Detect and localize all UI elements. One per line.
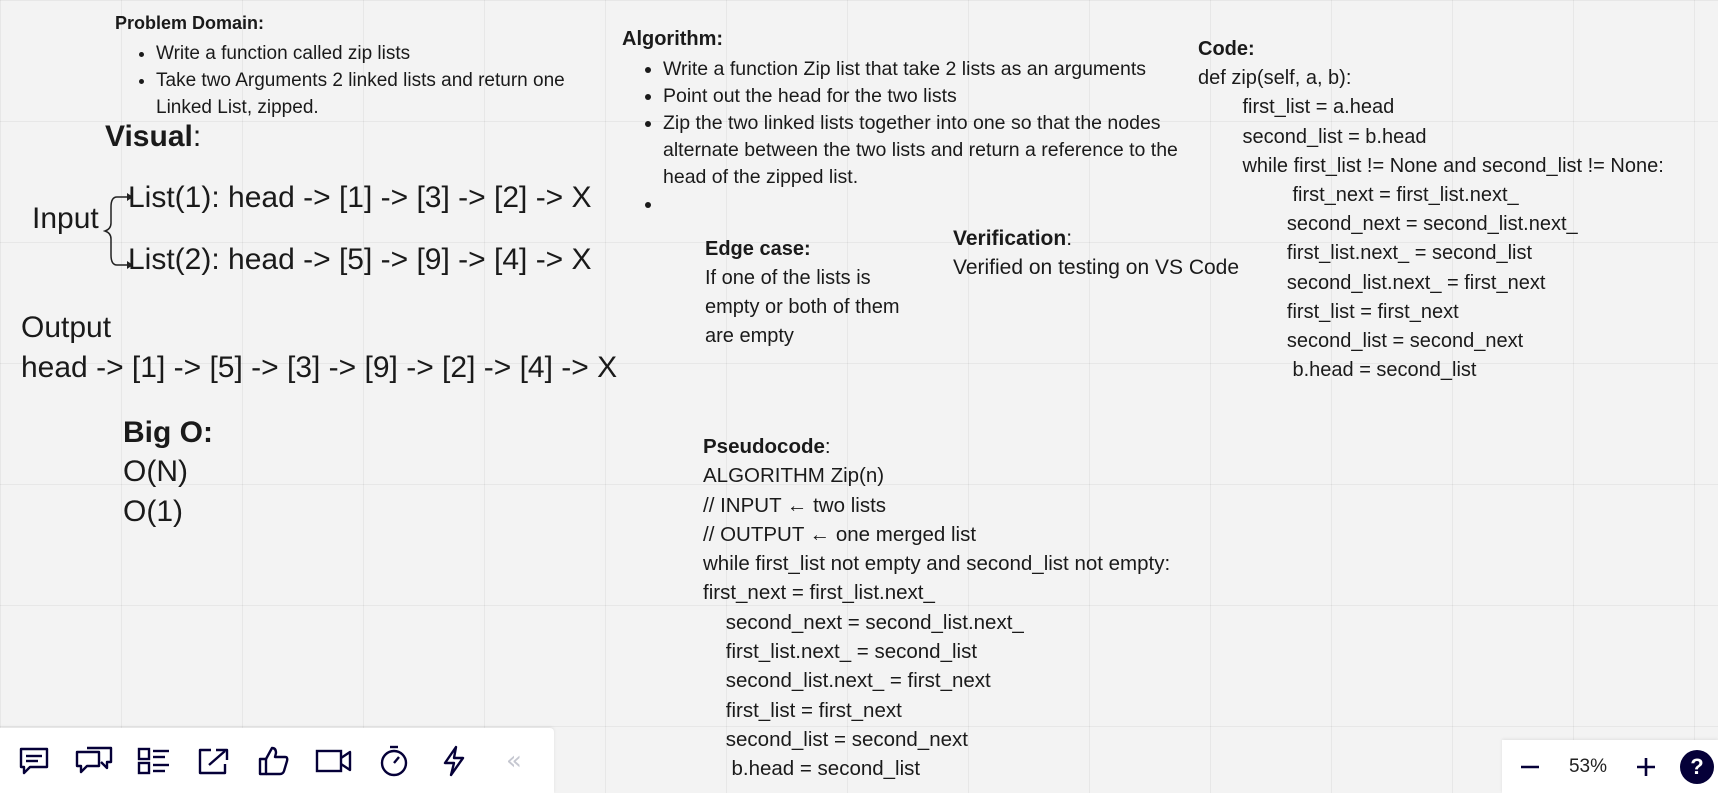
- list-item: Take two Arguments 2 linked lists and re…: [156, 67, 595, 121]
- zoom-in-button[interactable]: [1618, 740, 1674, 793]
- plus-icon: [1637, 757, 1655, 776]
- edge-case-text: If one of the lists is empty or both of …: [705, 267, 900, 347]
- comment-icon[interactable]: [12, 739, 56, 783]
- verification-colon: :: [1066, 227, 1073, 250]
- timer-icon[interactable]: [372, 739, 416, 783]
- list-item: Write a function Zip list that take 2 li…: [663, 56, 1182, 83]
- list-one-text[interactable]: List(1): head -> [1] -> [3] -> [2] -> X: [128, 181, 592, 215]
- big-o-space: O(1): [123, 495, 183, 528]
- edge-case-note[interactable]: Edge case: If one of the lists is empty …: [705, 235, 905, 351]
- code-body: def zip(self, a, b): first_list = a.head…: [1198, 67, 1664, 382]
- collapse-toolbar-icon[interactable]: «: [492, 739, 536, 783]
- zoom-controls: 53% ?: [1502, 740, 1718, 793]
- algorithm-heading: Algorithm:: [622, 28, 724, 50]
- list-item: Point out the head for the two lists: [663, 83, 1182, 110]
- bottom-toolbar: «: [0, 728, 554, 793]
- pseudocode-colon: :: [824, 435, 831, 458]
- minus-icon: [1521, 765, 1539, 768]
- pseudocode-note[interactable]: Pseudocode: ALGORITHM Zip(n) // INPUT ← t…: [703, 432, 1223, 784]
- pseudocode-body: ALGORITHM Zip(n) // INPUT ← two lists //…: [703, 464, 1171, 781]
- list-item: Zip the two linked lists together into o…: [663, 110, 1182, 191]
- algorithm-note[interactable]: Algorithm: Write a function Zip list tha…: [622, 25, 1182, 218]
- card-list-icon[interactable]: [132, 739, 176, 783]
- visual-heading[interactable]: Visual:: [105, 120, 201, 154]
- list-item: Write a function called zip lists: [156, 40, 595, 67]
- input-label[interactable]: Input: [32, 202, 99, 236]
- visual-heading-text: Visual: [105, 120, 193, 153]
- list-two-text[interactable]: List(2): head -> [5] -> [9] -> [4] -> X: [128, 243, 592, 277]
- output-label[interactable]: Output: [21, 311, 111, 345]
- help-button[interactable]: ?: [1680, 749, 1714, 784]
- big-o-note[interactable]: Big O: O(N) O(1): [123, 414, 213, 532]
- edge-case-heading: Edge case:: [705, 238, 811, 260]
- thumbs-up-icon[interactable]: [252, 739, 296, 783]
- zoom-level[interactable]: 53%: [1558, 756, 1618, 778]
- problem-domain-note[interactable]: Problem Domain: Write a function called …: [115, 10, 595, 121]
- video-icon[interactable]: [312, 739, 356, 783]
- big-o-time: O(N): [123, 455, 188, 488]
- code-note[interactable]: Code: def zip(self, a, b): first_list = a…: [1198, 35, 1718, 385]
- pseudocode-heading: Pseudocode: [703, 435, 825, 458]
- share-screen-icon[interactable]: [192, 739, 236, 783]
- problem-domain-list: Write a function called zip lists Take t…: [115, 40, 595, 121]
- lightning-icon[interactable]: [432, 739, 476, 783]
- visual-heading-colon: :: [192, 120, 202, 153]
- verification-heading: Verification: [953, 227, 1067, 250]
- algorithm-list: Write a function Zip list that take 2 li…: [622, 56, 1182, 218]
- problem-domain-heading: Problem Domain:: [115, 13, 265, 33]
- chat-icon[interactable]: [72, 739, 116, 783]
- big-o-heading: Big O:: [123, 416, 213, 449]
- code-heading: Code:: [1198, 38, 1255, 60]
- zoom-out-button[interactable]: [1502, 740, 1558, 793]
- output-value[interactable]: head -> [1] -> [5] -> [3] -> [9] -> [2] …: [21, 351, 617, 385]
- list-item: [663, 191, 1182, 218]
